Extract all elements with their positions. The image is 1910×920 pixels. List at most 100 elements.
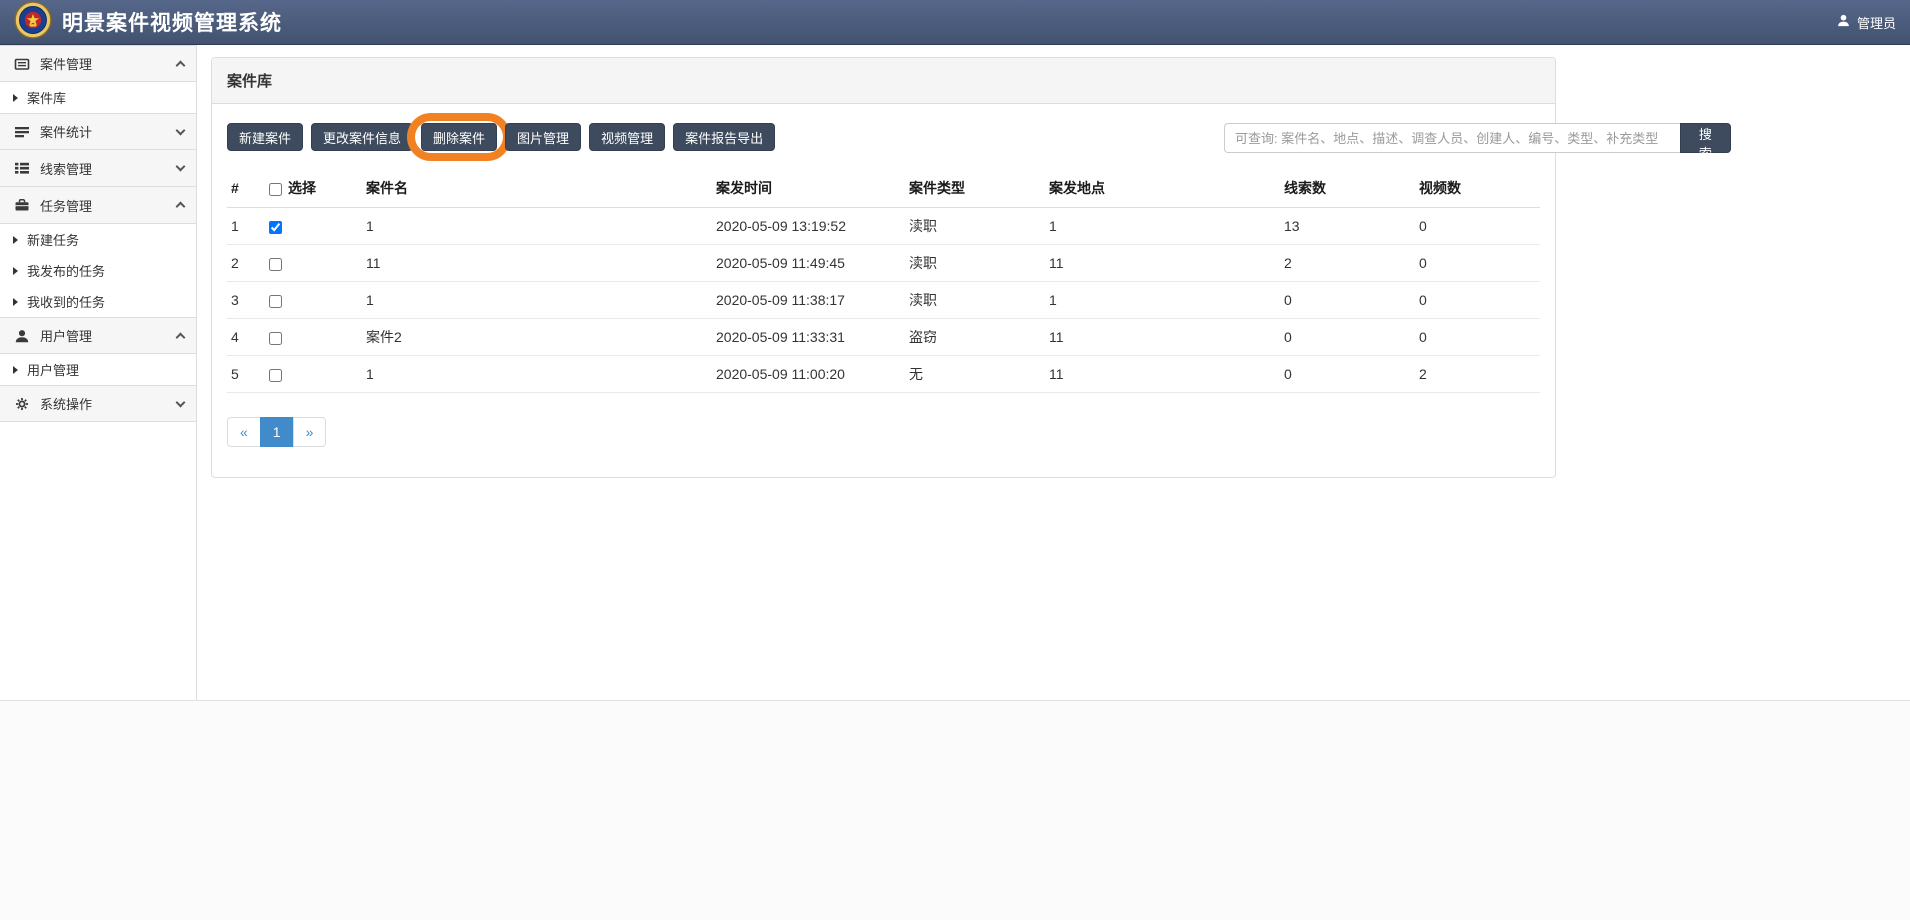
chevron-up-icon [176, 60, 186, 70]
pagination-prev[interactable]: « [227, 417, 261, 447]
cell-clues: 13 [1284, 218, 1300, 234]
gear-icon [14, 396, 30, 412]
cell-type: 无 [909, 366, 923, 382]
caret-right-icon [13, 267, 18, 275]
toolbar-button-1[interactable]: 更改案件信息 [311, 123, 413, 151]
search-group: 搜索 [1224, 123, 1731, 153]
user-menu[interactable]: 管理员 [1836, 13, 1896, 32]
row-checkbox[interactable] [269, 369, 282, 382]
align-left-icon [14, 124, 30, 140]
column-header-4: 案件类型 [905, 169, 1045, 208]
pagination-next[interactable]: » [293, 417, 327, 447]
sidebar-item-8[interactable]: 用户管理 [0, 317, 196, 354]
toolbar-button-4[interactable]: 视频管理 [589, 123, 665, 151]
search-button[interactable]: 搜索 [1680, 123, 1731, 153]
cell-name: 1 [366, 218, 374, 234]
cell-name: 1 [366, 366, 374, 382]
sidebar-item-10[interactable]: 系统操作 [0, 385, 196, 422]
sidebar-item-label: 线索管理 [40, 159, 92, 178]
sidebar-item-4[interactable]: 任务管理 [0, 187, 196, 224]
cell-time: 2020-05-09 11:33:31 [716, 329, 845, 345]
cell-location: 11 [1049, 255, 1064, 271]
cell-index: 1 [231, 218, 239, 234]
sidebar-subitem-6[interactable]: 我发布的任务 [0, 255, 196, 286]
chevron-up-icon [176, 332, 186, 342]
table-body: 112020-05-09 13:19:52渎职11302112020-05-09… [227, 208, 1540, 393]
toolbar-button-3[interactable]: 图片管理 [505, 123, 581, 151]
table-row: 4案件22020-05-09 11:33:31盗窃1100 [227, 319, 1540, 356]
column-header-1: 选择 [265, 169, 362, 208]
cell-videos: 0 [1419, 255, 1427, 271]
highlight-annotation-ring [407, 113, 511, 161]
cell-name: 案件2 [366, 329, 402, 345]
cell-time: 2020-05-09 11:00:20 [716, 366, 845, 382]
newspaper-icon [14, 56, 30, 72]
cell-time: 2020-05-09 11:38:17 [716, 292, 845, 308]
cell-videos: 0 [1419, 329, 1427, 345]
column-header-3: 案发时间 [712, 169, 905, 208]
cell-index: 3 [231, 292, 239, 308]
chevron-down-icon [176, 397, 186, 407]
cell-clues: 0 [1284, 292, 1292, 308]
row-checkbox[interactable] [269, 221, 282, 234]
cases-table: #选择案件名案发时间案件类型案发地点线索数视频数 112020-05-09 13… [227, 169, 1540, 393]
caret-right-icon [13, 298, 18, 306]
cell-location: 11 [1049, 329, 1064, 345]
toolbar-button-0[interactable]: 新建案件 [227, 123, 303, 151]
cell-time: 2020-05-09 11:49:45 [716, 255, 845, 271]
row-checkbox[interactable] [269, 295, 282, 308]
toolbar-button-2[interactable]: 删除案件 [421, 123, 497, 151]
column-header-5: 案发地点 [1045, 169, 1280, 208]
cell-clues: 0 [1284, 366, 1292, 382]
table-row: 5 1 2020-05-09 11:00:20 无 11 0 2 [227, 356, 1540, 393]
chevron-down-icon [176, 125, 186, 135]
cell-type: 渎职 [909, 218, 937, 234]
column-header-7: 视频数 [1415, 169, 1540, 208]
row-checkbox[interactable] [269, 258, 282, 271]
pagination-page-1[interactable]: 1 [260, 417, 294, 447]
caret-right-icon [13, 236, 18, 244]
chevron-up-icon [176, 202, 186, 212]
toolbar-button-5[interactable]: 案件报告导出 [673, 123, 775, 151]
user-name: 管理员 [1857, 13, 1896, 32]
user-icon [14, 328, 30, 344]
sidebar-item-label: 任务管理 [40, 196, 92, 215]
sidebar-item-0[interactable]: 案件管理 [0, 45, 196, 82]
table-header: #选择案件名案发时间案件类型案发地点线索数视频数 [227, 169, 1540, 208]
cell-index: 5 [231, 366, 239, 382]
top-navbar: 明景案件视频管理系统 管理员 [0, 0, 1910, 45]
brand: 明景案件视频管理系统 [14, 1, 282, 44]
user-icon [1836, 13, 1851, 31]
sidebar-item-3[interactable]: 线索管理 [0, 150, 196, 187]
select-all-checkbox[interactable] [269, 183, 282, 196]
case-library-panel: 案件库 新建案件更改案件信息删除案件图片管理视频管理案件报告导出 搜索 #选择案… [211, 57, 1556, 478]
panel-title: 案件库 [212, 58, 1555, 104]
app-title: 明景案件视频管理系统 [62, 7, 282, 37]
toolbar: 新建案件更改案件信息删除案件图片管理视频管理案件报告导出 搜索 [227, 123, 1540, 153]
sidebar-subitem-label: 新建任务 [27, 230, 79, 249]
sidebar: 案件管理 案件库 案件统计 线索管理 任务管理 新建任务 我发布的任务 我收到的… [0, 45, 197, 700]
table-row: 112020-05-09 13:19:52渎职1130 [227, 208, 1540, 245]
sidebar-subitem-1[interactable]: 案件库 [0, 82, 196, 113]
cell-name: 1 [366, 292, 374, 308]
search-input[interactable] [1224, 123, 1680, 153]
cell-type: 盗窃 [909, 329, 937, 345]
sidebar-subitem-9[interactable]: 用户管理 [0, 354, 196, 385]
column-header-0: # [227, 169, 265, 208]
sidebar-item-label: 案件统计 [40, 122, 92, 141]
caret-right-icon [13, 94, 18, 102]
sidebar-item-label: 用户管理 [40, 326, 92, 345]
cell-location: 11 [1049, 366, 1064, 382]
sidebar-subitem-5[interactable]: 新建任务 [0, 224, 196, 255]
row-checkbox[interactable] [269, 332, 282, 345]
cell-videos: 2 [1419, 366, 1427, 382]
cell-videos: 0 [1419, 218, 1427, 234]
sidebar-subitem-label: 案件库 [27, 88, 66, 107]
sidebar-subitem-7[interactable]: 我收到的任务 [0, 286, 196, 317]
main-area: 案件管理 案件库 案件统计 线索管理 任务管理 新建任务 我发布的任务 我收到的… [0, 45, 1910, 700]
cell-time: 2020-05-09 13:19:52 [716, 218, 846, 234]
column-header-2: 案件名 [362, 169, 712, 208]
sidebar-item-2[interactable]: 案件统计 [0, 113, 196, 150]
cell-index: 4 [231, 329, 239, 345]
table-row: 2112020-05-09 11:49:45渎职1120 [227, 245, 1540, 282]
